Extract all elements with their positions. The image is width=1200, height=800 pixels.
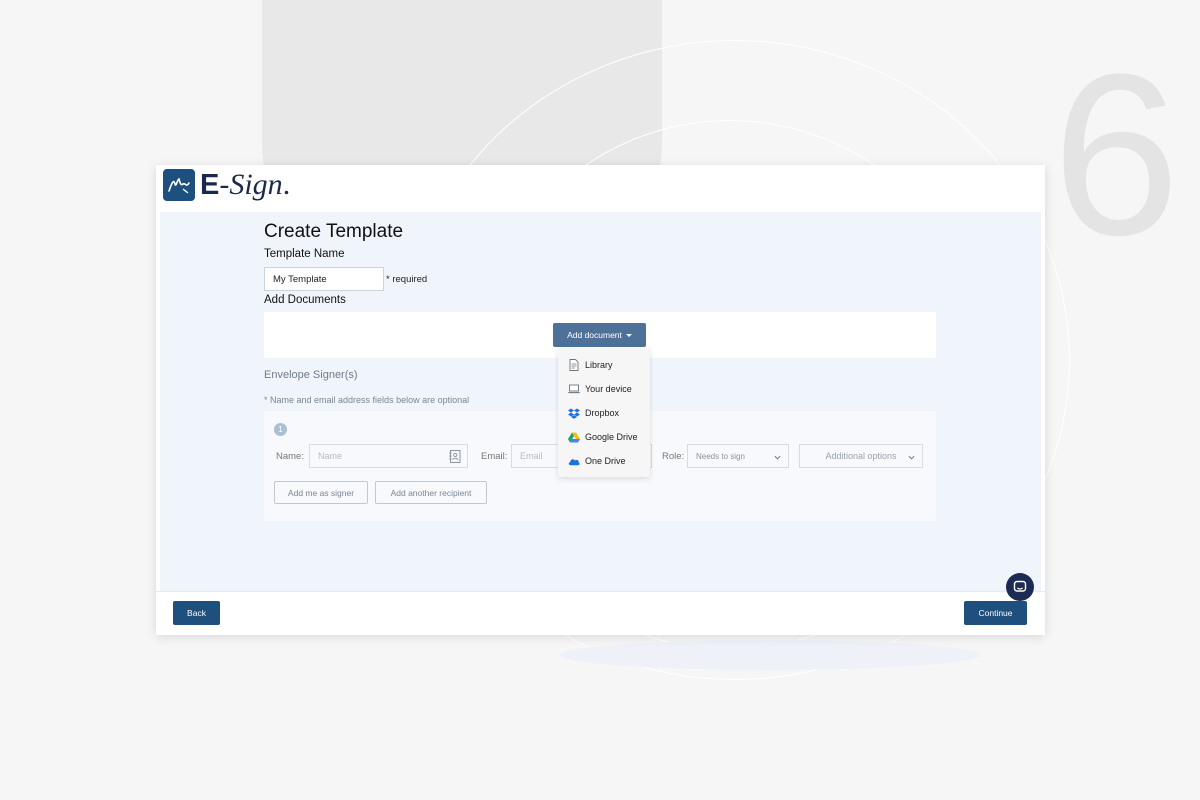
document-icon: [568, 359, 580, 371]
esign-logo-text: E-Sign.: [200, 168, 290, 208]
top-bar: E-Sign.: [156, 165, 1045, 212]
additional-options-value: Additional options: [825, 451, 897, 461]
app-window: E-Sign. Create Template Template Name My…: [156, 165, 1045, 635]
caret-down-icon: [625, 333, 632, 337]
role-select[interactable]: Needs to sign: [687, 444, 789, 468]
name-placeholder: Name: [318, 451, 343, 461]
dropdown-item-dropbox[interactable]: Dropbox: [558, 401, 650, 425]
page-title: Create Template: [264, 221, 404, 242]
dropdown-item-label: Library: [585, 360, 613, 370]
add-document-button[interactable]: Add document: [553, 323, 646, 347]
dropdown-item-one-drive[interactable]: One Drive: [558, 449, 650, 473]
esign-logo-icon: [163, 169, 195, 201]
dropdown-item-your-device[interactable]: Your device: [558, 377, 650, 401]
envelope-signers-label: Envelope Signer(s): [264, 369, 358, 381]
add-documents-label: Add Documents: [264, 294, 346, 306]
chevron-down-icon: [908, 455, 915, 460]
email-label: Email:: [481, 451, 508, 462]
laptop-icon: [568, 383, 580, 395]
optional-fields-note: * Name and email address fields below ar…: [264, 395, 470, 405]
name-input[interactable]: Name: [309, 444, 468, 468]
add-document-dropdown: Library Your device Dropbox Google Drive: [558, 348, 650, 477]
chevron-down-icon: [774, 455, 781, 460]
dropdown-item-label: Your device: [585, 384, 632, 394]
template-name-label: Template Name: [264, 248, 345, 260]
name-label: Name:: [276, 451, 304, 462]
footer-bar: [156, 591, 1045, 635]
continue-button[interactable]: Continue: [964, 601, 1027, 625]
required-note: * required: [386, 274, 428, 285]
google-drive-icon: [568, 431, 580, 443]
role-label: Role:: [662, 451, 685, 462]
role-value: Needs to sign: [696, 451, 745, 461]
dropdown-item-label: One Drive: [585, 456, 626, 466]
logo-letter-e: E: [200, 169, 220, 201]
email-placeholder: Email: [520, 451, 543, 461]
logo-dot: .: [282, 168, 291, 201]
background-glow: [560, 640, 980, 670]
add-another-recipient-button[interactable]: Add another recipient: [375, 481, 487, 504]
back-button[interactable]: Back: [173, 601, 220, 625]
background-step-number: 6: [1052, 26, 1180, 283]
add-me-as-signer-button[interactable]: Add me as signer: [274, 481, 368, 504]
chat-support-button[interactable]: [1006, 573, 1034, 601]
logo-sign: Sign: [229, 168, 283, 201]
additional-options-select[interactable]: Additional options: [799, 444, 923, 468]
add-document-button-label: Add document: [567, 330, 622, 340]
dropdown-item-label: Google Drive: [585, 432, 638, 442]
chat-icon: [1013, 580, 1027, 592]
contact-book-icon[interactable]: [449, 450, 461, 463]
dropdown-item-library[interactable]: Library: [558, 353, 650, 377]
dropbox-icon: [568, 407, 580, 419]
signer-step-badge: 1: [274, 423, 287, 436]
logo-dash: -: [219, 168, 230, 201]
onedrive-icon: [568, 455, 580, 467]
main-content: Create Template Template Name My Templat…: [160, 212, 1041, 591]
dropdown-item-google-drive[interactable]: Google Drive: [558, 425, 650, 449]
dropdown-item-label: Dropbox: [585, 408, 620, 418]
template-name-input[interactable]: My Template: [264, 267, 384, 291]
